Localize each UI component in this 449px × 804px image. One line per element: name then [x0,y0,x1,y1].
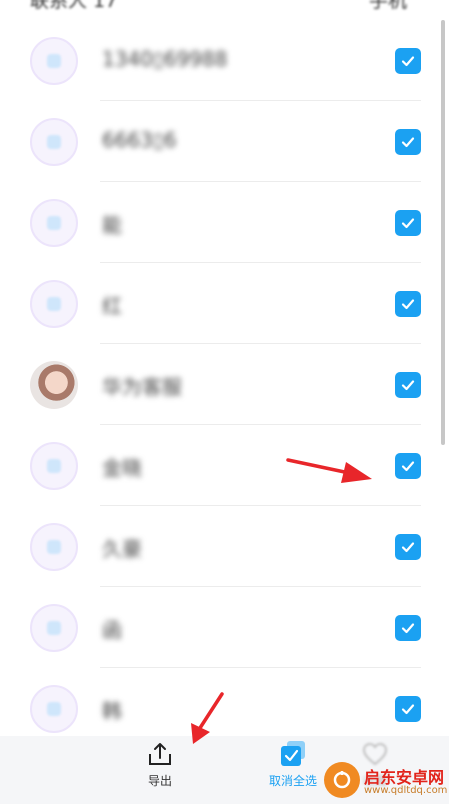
contacts-count-label: 联系人 17 [30,0,118,12]
contact-list[interactable]: 1340▯69988 6663▯6 能 红 华为客服 金晓 久豪 函 韩 [0,20,449,735]
contact-checkbox[interactable] [395,615,421,641]
avatar-photo [30,361,78,409]
avatar [30,118,78,166]
account-type-label: 手机 [368,0,407,12]
avatar [30,280,78,328]
export-label: 导出 [147,774,172,788]
contact-name: 1340▯69988 [102,47,228,71]
contact-row[interactable]: 韩 [0,668,449,735]
watermark-logo-icon [324,762,360,798]
watermark: 启东安卓网 www.qdltdq.com [320,760,449,804]
deselect-all-label: 取消全选 [268,774,317,788]
avatar [30,442,78,490]
person-icon [47,459,61,473]
contact-checkbox[interactable] [395,453,421,479]
contact-row[interactable]: 能 [0,182,449,263]
contact-name: 华为客服 [102,375,182,399]
person-icon [47,621,61,635]
person-icon [47,702,61,716]
contact-row[interactable]: 函 [0,587,449,668]
contact-name: 久豪 [102,537,142,561]
person-icon [47,297,61,311]
avatar [30,523,78,571]
person-icon [47,216,61,230]
list-header: 联系人 17 手机 [0,0,449,12]
contact-checkbox[interactable] [395,48,421,74]
contact-checkbox[interactable] [395,210,421,236]
contact-row[interactable]: 6663▯6 [0,101,449,182]
contact-checkbox[interactable] [395,534,421,560]
check-icon [401,137,415,148]
export-button[interactable]: 导出 [115,740,205,800]
contact-name: 6663▯6 [102,128,177,152]
contact-name: 函 [102,618,122,642]
avatar [30,604,78,652]
contact-row[interactable]: 1340▯69988 [0,20,449,101]
check-icon [401,56,415,67]
check-icon [401,461,415,472]
contact-checkbox[interactable] [395,129,421,155]
contact-name: 能 [102,213,122,237]
check-icon [401,704,415,715]
contact-checkbox[interactable] [395,291,421,317]
contact-checkbox[interactable] [395,372,421,398]
export-icon [149,743,171,765]
check-icon [401,623,415,634]
contact-name: 红 [102,294,122,318]
contact-row[interactable]: 金晓 [0,425,449,506]
check-icon [401,299,415,310]
person-icon [47,54,61,68]
contact-row[interactable]: 华为客服 [0,344,449,425]
scrollbar[interactable] [441,20,445,445]
avatar [30,37,78,85]
contact-name: 金晓 [102,456,142,480]
contact-name: 韩 [102,699,122,723]
contact-row[interactable]: 红 [0,263,449,344]
contact-checkbox[interactable] [395,696,421,722]
person-icon [47,540,61,554]
select-all-icon [281,741,305,766]
check-icon [401,218,415,229]
watermark-url: www.qdltdq.com [364,785,448,796]
person-icon [47,135,61,149]
avatar [30,199,78,247]
check-icon [401,542,415,553]
check-icon [401,380,415,391]
avatar [30,685,78,733]
contact-row[interactable]: 久豪 [0,506,449,587]
